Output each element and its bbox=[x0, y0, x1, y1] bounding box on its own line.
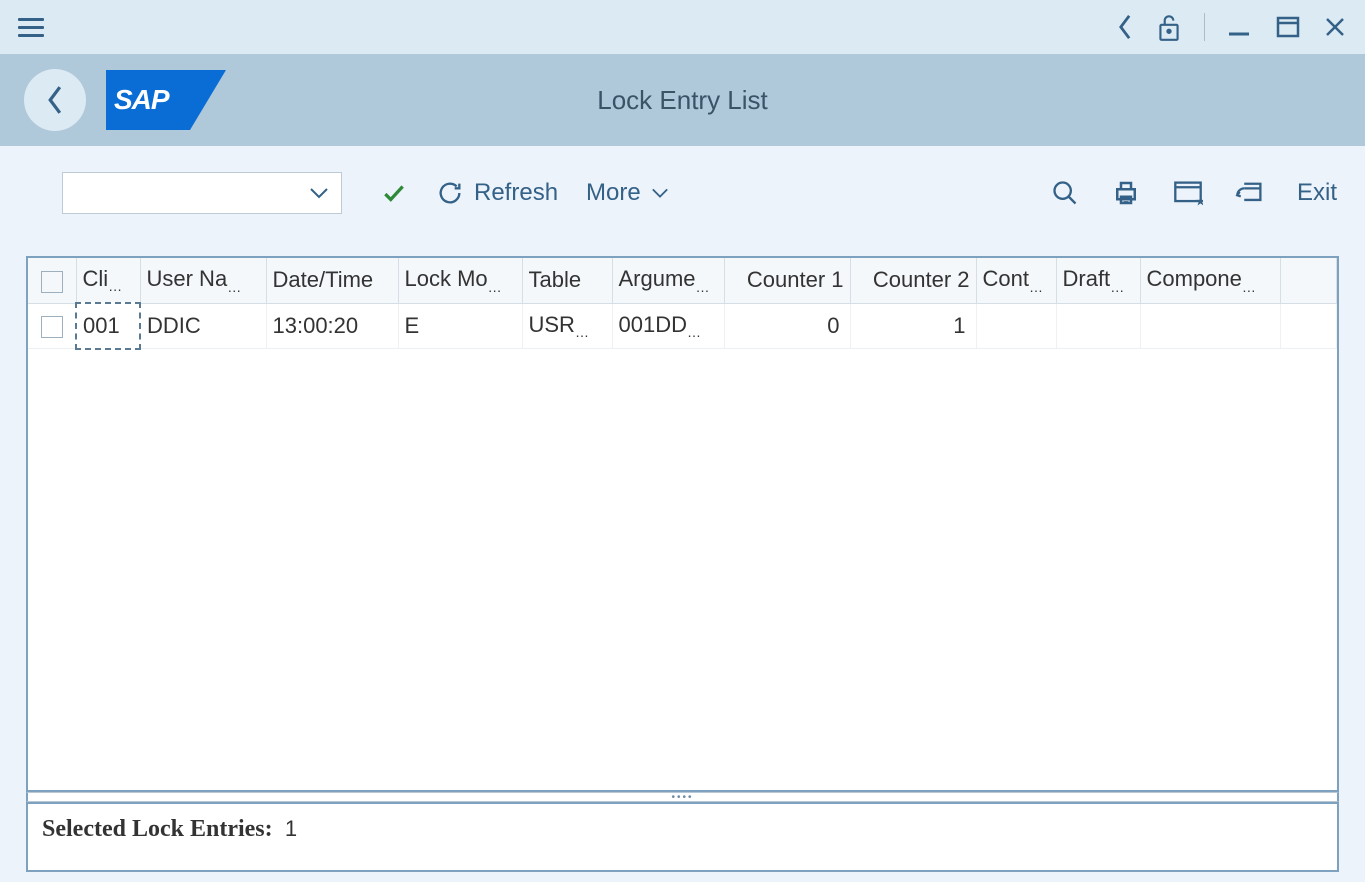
close-icon[interactable] bbox=[1323, 15, 1347, 39]
splitter-handle[interactable]: •••• bbox=[26, 792, 1339, 802]
cell-user-name[interactable]: DDIC bbox=[140, 303, 266, 348]
col-cont[interactable]: Cont bbox=[976, 258, 1056, 303]
unlock-icon[interactable] bbox=[1156, 12, 1182, 42]
col-spacer bbox=[1280, 258, 1337, 303]
menu-icon[interactable] bbox=[18, 18, 44, 37]
window-arrow-icon bbox=[1235, 179, 1265, 207]
chevron-left-icon[interactable] bbox=[1116, 13, 1134, 41]
print-button[interactable] bbox=[1111, 178, 1141, 208]
divider bbox=[1204, 13, 1205, 41]
refresh-label: Refresh bbox=[474, 179, 558, 207]
minimize-icon[interactable] bbox=[1227, 14, 1253, 40]
window-chrome bbox=[0, 0, 1365, 54]
lock-entry-table: Cli User Na Date/Time Lock Mo Table Argu… bbox=[28, 258, 1337, 350]
col-counter1[interactable]: Counter 1 bbox=[724, 258, 850, 303]
new-window-button[interactable]: ★ bbox=[1173, 180, 1203, 206]
col-component[interactable]: Compone bbox=[1140, 258, 1280, 303]
refresh-icon bbox=[436, 179, 464, 207]
col-client[interactable]: Cli bbox=[76, 258, 140, 303]
exit-button[interactable]: Exit bbox=[1297, 179, 1337, 207]
search-icon bbox=[1051, 179, 1079, 207]
search-button[interactable] bbox=[1051, 179, 1079, 207]
status-panel: Selected Lock Entries: 1 bbox=[26, 802, 1339, 872]
more-label: More bbox=[586, 179, 641, 207]
cell-lock-mode[interactable]: E bbox=[398, 303, 522, 348]
print-icon bbox=[1111, 178, 1141, 208]
sap-logo-text: SAP bbox=[114, 84, 169, 116]
cell-date-time[interactable]: 13:00:20 bbox=[266, 303, 398, 348]
check-icon bbox=[380, 180, 408, 206]
cell-argument[interactable]: 001DD bbox=[612, 303, 724, 348]
col-user-name[interactable]: User Na bbox=[140, 258, 266, 303]
cell-table[interactable]: USR bbox=[522, 303, 612, 348]
col-select-all[interactable] bbox=[28, 258, 76, 303]
page-title: Lock Entry List bbox=[597, 85, 768, 116]
cell-spacer bbox=[1280, 303, 1337, 348]
cell-component[interactable] bbox=[1140, 303, 1280, 348]
content-area: Cli User Na Date/Time Lock Mo Table Argu… bbox=[0, 240, 1365, 882]
more-button[interactable]: More bbox=[586, 179, 669, 207]
checkbox[interactable] bbox=[41, 316, 63, 338]
refresh-button[interactable]: Refresh bbox=[436, 179, 558, 207]
col-argument[interactable]: Argume bbox=[612, 258, 724, 303]
cell-cont[interactable] bbox=[976, 303, 1056, 348]
table-row[interactable]: 001 DDIC 13:00:20 E USR 001DD 0 1 bbox=[28, 303, 1337, 348]
cell-counter1[interactable]: 0 bbox=[724, 303, 850, 348]
close-window-button[interactable] bbox=[1235, 179, 1265, 207]
title-bar: SAP Lock Entry List bbox=[0, 54, 1365, 146]
status-label: Selected Lock Entries: bbox=[42, 816, 273, 842]
cell-counter2[interactable]: 1 bbox=[850, 303, 976, 348]
cell-draft[interactable] bbox=[1056, 303, 1140, 348]
window-star-icon: ★ bbox=[1173, 180, 1203, 206]
col-draft[interactable]: Draft bbox=[1056, 258, 1140, 303]
row-checkbox-cell[interactable] bbox=[28, 303, 76, 348]
table-header-row: Cli User Na Date/Time Lock Mo Table Argu… bbox=[28, 258, 1337, 303]
cell-client[interactable]: 001 bbox=[76, 303, 140, 348]
col-date-time[interactable]: Date/Time bbox=[266, 258, 398, 303]
svg-text:★: ★ bbox=[1195, 195, 1203, 206]
status-count: 1 bbox=[285, 816, 297, 841]
chevron-down-icon bbox=[651, 187, 669, 199]
checkbox[interactable] bbox=[41, 271, 63, 293]
command-field[interactable] bbox=[62, 172, 342, 214]
toolbar: Refresh More ★ Exit bbox=[0, 146, 1365, 240]
col-lock-mode[interactable]: Lock Mo bbox=[398, 258, 522, 303]
maximize-icon[interactable] bbox=[1275, 14, 1301, 40]
back-button[interactable] bbox=[24, 69, 86, 131]
col-table[interactable]: Table bbox=[522, 258, 612, 303]
sap-logo: SAP bbox=[106, 70, 226, 130]
accept-button[interactable] bbox=[380, 180, 408, 206]
chevron-down-icon bbox=[309, 186, 329, 200]
lock-entry-table-container: Cli User Na Date/Time Lock Mo Table Argu… bbox=[26, 256, 1339, 792]
col-counter2[interactable]: Counter 2 bbox=[850, 258, 976, 303]
